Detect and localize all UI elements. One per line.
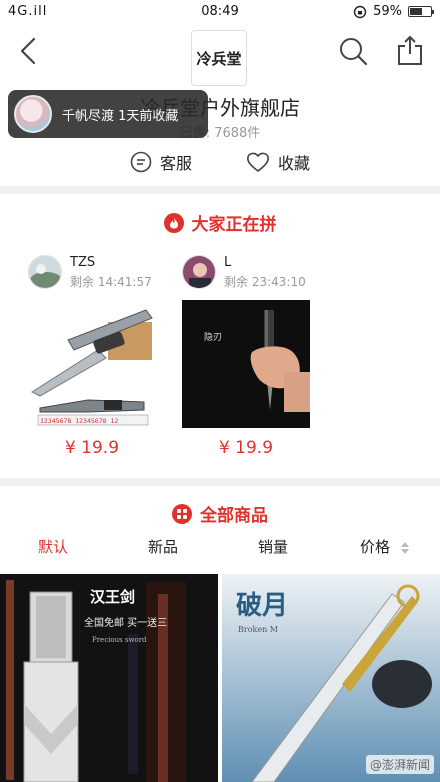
sort-tabs: 默认 新品 销量 价格	[0, 536, 440, 566]
user-avatar	[28, 255, 62, 289]
top-nav: 冷兵堂	[0, 22, 440, 86]
group-buy-item[interactable]: TZS 剩余 14:41:57 12345678 12345678 12 ¥ 1…	[28, 254, 168, 458]
favorite-label: 收藏	[278, 154, 311, 173]
group-buy-user: L 剩余 23:43:10	[182, 254, 322, 290]
search-icon[interactable]	[338, 36, 368, 66]
group-buy-item[interactable]: L 剩余 23:43:10 隐刃 ¥ 19.9	[182, 254, 322, 458]
all-goods-header: 全部商品	[0, 501, 440, 526]
product-card-moon-blade[interactable]: 破月 Broken M	[222, 574, 440, 782]
product-price: ¥ 19.9	[64, 438, 120, 458]
grid-icon	[172, 503, 192, 524]
user-name: L	[224, 254, 232, 270]
tab-price[interactable]: 价格	[360, 536, 409, 557]
user-name: TZS	[70, 254, 96, 270]
customer-service-label: 客服	[160, 154, 193, 173]
dagger-caption: 隐刃	[204, 331, 222, 343]
sword-banner-en: Precious sword	[92, 636, 147, 644]
toast-avatar	[14, 95, 52, 133]
group-buy-title: 大家正在拼	[191, 215, 277, 235]
moon-title: 破月	[236, 591, 288, 621]
sword-banner-brand: 汉王剑	[90, 588, 135, 606]
status-right: 59%	[353, 4, 434, 19]
battery-icon	[408, 6, 434, 17]
flame-icon	[163, 212, 184, 233]
watermark: @澎湃新闻	[365, 755, 434, 774]
product-image-folding-knife[interactable]: 12345678 12345678 12	[28, 300, 156, 428]
tab-new[interactable]: 新品	[148, 536, 178, 557]
shop-page: 4G.ill 08:49 59% 冷兵堂 冷兵堂户外旗舰店 已售: 7688件	[0, 0, 440, 782]
back-icon[interactable]	[16, 36, 44, 66]
customer-service-button[interactable]: 客服	[130, 146, 192, 178]
shop-logo[interactable]: 冷兵堂	[191, 30, 247, 86]
tab-price-label: 价格	[360, 538, 391, 556]
tab-default[interactable]: 默认	[38, 536, 68, 557]
all-goods-title: 全部商品	[200, 506, 268, 526]
product-price: ¥ 19.9	[218, 438, 274, 458]
product-image-dagger[interactable]: 隐刃	[182, 300, 310, 428]
ruler-text: 12345678 12345678 12	[40, 417, 118, 425]
tab-sales[interactable]: 销量	[258, 536, 288, 557]
section-divider	[0, 478, 440, 486]
chat-icon	[130, 151, 152, 173]
group-buy-user: TZS 剩余 14:41:57	[28, 254, 168, 290]
alarm-lock-icon	[353, 5, 367, 18]
toast-text: 千帆尽渡 1天前收藏	[62, 108, 179, 124]
status-bar: 4G.ill 08:49 59%	[0, 0, 440, 22]
battery-percent: 59%	[373, 4, 402, 19]
sword-banner-line: 全国免邮 买一送三	[84, 616, 167, 629]
section-divider	[0, 186, 440, 194]
share-icon[interactable]	[396, 34, 424, 66]
time-remaining: 剩余 14:41:57	[70, 274, 152, 289]
sort-arrows-icon	[400, 541, 409, 554]
time-remaining: 剩余 23:43:10	[224, 274, 306, 289]
user-avatar	[182, 255, 216, 289]
product-card-sword[interactable]: 汉王剑 全国免邮 买一送三 Precious sword	[0, 574, 218, 782]
favorite-button[interactable]: 收藏	[246, 146, 310, 178]
moon-en: Broken M	[238, 625, 278, 634]
heart-icon	[247, 152, 269, 173]
favorite-toast: 千帆尽渡 1天前收藏	[8, 90, 208, 138]
group-buy-header: 大家正在拼	[0, 210, 440, 235]
shop-actions: 客服 收藏	[0, 146, 440, 178]
